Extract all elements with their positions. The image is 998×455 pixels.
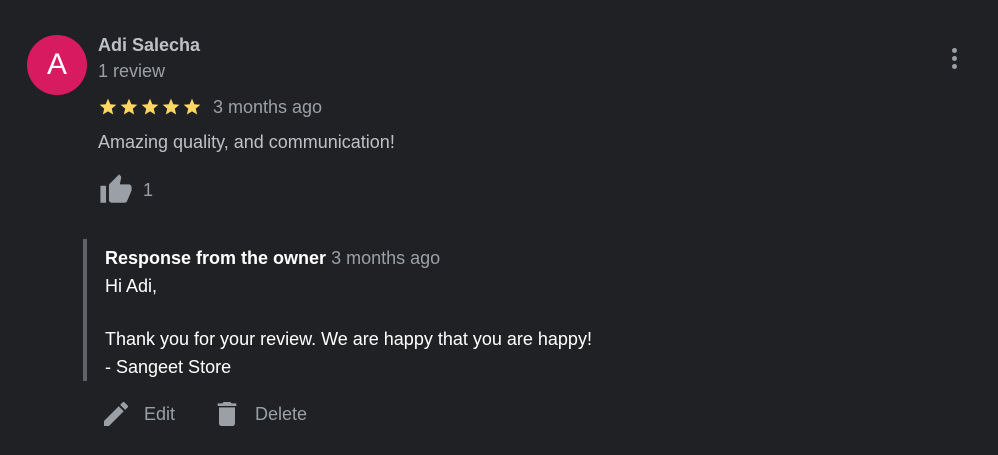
owner-response-header: Response from the owner 3 months ago (105, 248, 440, 269)
owner-response: Response from the owner 3 months ago Hi … (83, 239, 787, 381)
owner-response-date: 3 months ago (331, 248, 441, 268)
more-vert-icon-dot (951, 63, 957, 69)
avatar[interactable]: A (27, 35, 87, 95)
more-options-button[interactable] (940, 42, 968, 74)
like-count: 1 (143, 179, 154, 200)
pencil-icon (104, 401, 129, 426)
more-vert-icon-dot (951, 47, 957, 53)
edit-button[interactable]: Edit (100, 398, 175, 430)
delete-button[interactable]: Delete (211, 398, 307, 430)
trash-icon (217, 402, 237, 426)
more-vert-icon-dot (951, 55, 957, 61)
rating-row: 3 months ago (98, 94, 322, 120)
review-text: Amazing quality, and communication! (98, 132, 395, 152)
star-icon (162, 98, 180, 115)
edit-label: Edit (144, 403, 176, 424)
like-button[interactable]: 1 (98, 173, 153, 207)
review-card: A Adi Salecha 1 review 3 months ago Amaz… (0, 0, 998, 455)
star-rating (98, 97, 202, 117)
star-icon (141, 98, 159, 115)
star-icon (99, 98, 117, 115)
owner-response-label: Response from the owner (105, 248, 327, 268)
star-icon (183, 98, 201, 115)
owner-response-line: Thank you for your review. We are happy … (105, 329, 592, 349)
reviewer-name[interactable]: Adi Salecha (98, 35, 200, 56)
delete-label: Delete (255, 403, 308, 424)
star-icon (120, 98, 138, 115)
review-date: 3 months ago (213, 96, 323, 117)
reviewer-review-count: 1 review (98, 61, 166, 81)
avatar-letter: A (46, 48, 67, 81)
owner-response-line: Hi Adi, (105, 276, 158, 296)
thumbs-up-icon (100, 174, 132, 203)
owner-response-line: - Sangeet Store (105, 357, 232, 377)
